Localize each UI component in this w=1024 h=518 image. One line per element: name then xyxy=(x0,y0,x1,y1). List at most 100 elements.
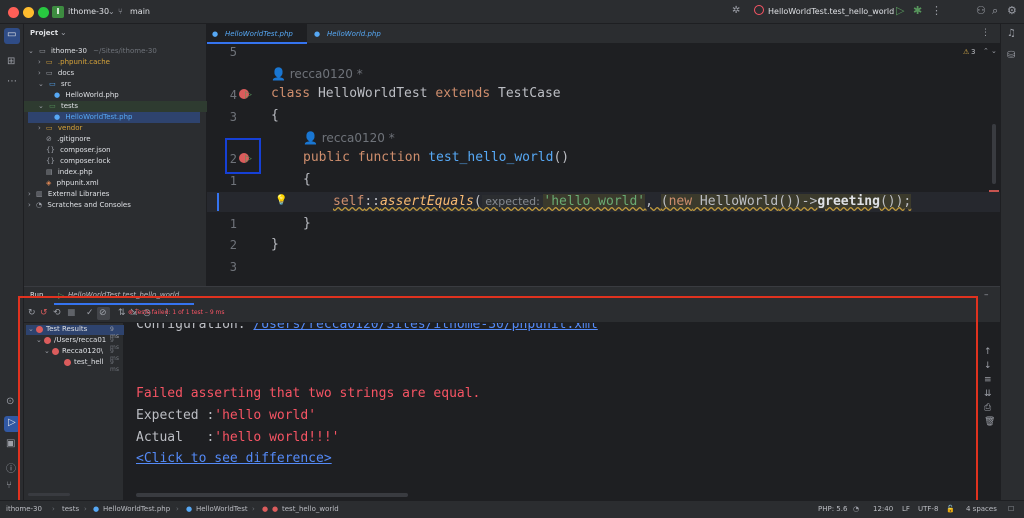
highlight-run-panel xyxy=(18,296,978,506)
run-test-icon[interactable]: ▷ xyxy=(245,90,252,100)
chevron-down-icon[interactable]: ⌄ xyxy=(878,6,885,18)
keyword-extends: extends xyxy=(435,86,491,101)
tree-item-vendor[interactable]: › ▭ vendor xyxy=(24,123,207,134)
more-actions-icon[interactable]: ⋮ xyxy=(931,4,942,17)
php-version[interactable]: PHP: 5.6 xyxy=(818,501,847,518)
debug-icon[interactable]: ✱ xyxy=(913,4,922,17)
add-user-icon[interactable]: ⚇ xyxy=(976,4,986,17)
problems-icon[interactable]: ⓘ xyxy=(6,460,16,475)
tree-item-project-root[interactable]: ⌄ ▭ ithome-30 ~/Sites/ithome-30 xyxy=(24,46,207,57)
chevron-up-icon[interactable]: ⌃ xyxy=(983,47,989,55)
line-number: 2 xyxy=(229,238,237,252)
comma: , xyxy=(645,194,661,209)
code-editor[interactable]: ● HelloWorldTest.php ● HelloWorld.php ⋮ … xyxy=(207,24,1000,286)
tree-item-helloworldtest-php[interactable]: ● HelloWorldTest.php xyxy=(28,112,200,123)
indent-setting[interactable]: 4 spaces xyxy=(966,501,997,518)
print-icon[interactable]: ⎙ xyxy=(984,403,991,413)
trash-icon[interactable]: 🗑 xyxy=(984,417,995,427)
run-configuration-selector[interactable]: HelloWorldTest.test_hello_world xyxy=(768,6,894,18)
line-separator[interactable]: LF xyxy=(902,501,910,518)
tree-item-scratches[interactable]: › ◔ Scratches and Consoles xyxy=(24,200,207,211)
scroll-up-icon[interactable]: ↑ xyxy=(984,347,992,357)
tab-helloworld-php[interactable]: ● HelloWorld.php xyxy=(309,24,389,44)
database-icon[interactable]: ⛁ xyxy=(1007,50,1015,61)
chevron-down-icon: ⌄ xyxy=(28,47,34,55)
warning-icon[interactable]: ⚠ xyxy=(963,48,969,56)
tab-helloworldtest-php[interactable]: ● HelloWorldTest.php xyxy=(207,24,307,44)
soft-wrap-icon[interactable]: ≡ xyxy=(984,375,992,385)
zoom-window-button[interactable] xyxy=(38,7,49,18)
keyword-self: self xyxy=(333,194,365,209)
more-tabs-icon[interactable]: ⋮ xyxy=(981,28,990,38)
tree-item-tests[interactable]: ⌄ ▭ tests xyxy=(24,101,207,112)
more-tools-icon[interactable]: ⋯ xyxy=(7,76,17,87)
structure-icon[interactable]: ⊞ xyxy=(7,56,15,67)
run-tool-icon: ▷ xyxy=(8,417,16,428)
chevron-right-icon: › xyxy=(176,505,179,513)
minimize-window-button[interactable] xyxy=(23,7,34,18)
call-operator: ())-> xyxy=(778,194,818,209)
chevron-down-icon[interactable]: ⌄ xyxy=(991,47,997,55)
bug-icon[interactable]: ✲ xyxy=(732,5,740,16)
scroll-down-icon[interactable]: ↓ xyxy=(984,361,992,371)
project-badge: I xyxy=(52,6,64,18)
lightbulb-icon[interactable]: 💡 xyxy=(275,195,287,206)
highlight-run-gutter xyxy=(225,138,261,174)
caret-position[interactable]: 12:40 xyxy=(873,501,893,518)
json-file-icon: {} xyxy=(46,157,55,165)
project-panel-title: Project xyxy=(30,29,59,37)
tree-item-composer-json[interactable]: {} composer.json xyxy=(24,145,207,156)
branch-icon: ⑂ xyxy=(118,7,123,16)
dropdown-chevron-icon[interactable]: ⌄ xyxy=(108,6,115,18)
notifications-icon[interactable]: ♫ xyxy=(1007,28,1016,39)
services-icon[interactable]: ⊙ xyxy=(6,396,14,407)
author-name: recca0120 * xyxy=(321,131,395,145)
chevron-right-icon: › xyxy=(38,124,41,132)
git-icon[interactable]: ⑂ xyxy=(6,480,12,491)
tree-item-phpunit-cache[interactable]: › ▭ .phpunit.cache xyxy=(24,57,207,68)
failed-icon: ● xyxy=(272,505,279,513)
tree-item-docs[interactable]: › ▭ docs xyxy=(24,68,207,79)
search-icon[interactable]: ⌕ xyxy=(992,4,998,18)
scroll-to-end-icon[interactable]: ⇊ xyxy=(984,389,992,399)
close-window-button[interactable] xyxy=(8,7,19,18)
folder-icon: ▭ xyxy=(39,47,46,55)
breadcrumb-class[interactable]: HelloWorldTest xyxy=(196,501,248,518)
breadcrumb-file[interactable]: HelloWorldTest.php xyxy=(103,501,170,518)
tree-item-phpunit-xml[interactable]: ◈ phpunit.xml xyxy=(24,178,207,189)
terminal-icon[interactable]: ▣ xyxy=(6,438,15,449)
method-assert-equals: assertEquals xyxy=(379,194,474,209)
breadcrumb-project[interactable]: ithome-30 xyxy=(6,501,42,518)
project-name[interactable]: ithome-30 xyxy=(68,6,109,18)
code-author-hint[interactable]: 👤 recca0120 * xyxy=(303,131,395,145)
php-file-icon: ● xyxy=(93,505,100,513)
editor-tabs: ● HelloWorldTest.php ● HelloWorld.php ⋮ xyxy=(207,24,1000,44)
title-bar: I ithome-30 ⌄ ⑂ main ✲ HelloWorldTest.te… xyxy=(0,0,1024,24)
chevron-down-icon[interactable]: ⌄ xyxy=(60,28,67,37)
tree-item-src[interactable]: ⌄ ▭ src xyxy=(24,79,207,90)
chevron-right-icon: › xyxy=(52,505,55,513)
parameter-hint: expected: xyxy=(481,195,544,208)
tree-item-path: ~/Sites/ithome-30 xyxy=(93,47,157,55)
lock-icon[interactable]: 🔓 xyxy=(946,501,955,518)
tree-item-helloworld-php[interactable]: ● HelloWorld.php xyxy=(24,90,207,101)
breadcrumb-tests[interactable]: tests xyxy=(62,501,79,518)
user-icon: 👤 xyxy=(271,67,290,81)
code-author-hint[interactable]: 👤 recca0120 * xyxy=(271,67,363,81)
tree-item-index-php[interactable]: ▤ index.php xyxy=(24,167,207,178)
branch-name[interactable]: main xyxy=(130,6,150,18)
gear-icon[interactable]: ⚙ xyxy=(1007,4,1017,17)
chevron-right-icon: › xyxy=(28,190,31,198)
breadcrumb-method[interactable]: test_hello_world xyxy=(282,501,339,518)
error-stripe-mark[interactable] xyxy=(989,190,999,192)
minimize-panel-icon[interactable]: – xyxy=(984,290,989,300)
tree-item-gitignore[interactable]: ⊘ .gitignore xyxy=(24,134,207,145)
tree-item-external-libraries[interactable]: › ▥ External Libraries xyxy=(24,189,207,200)
notifications-icon[interactable]: ☐ xyxy=(1008,501,1014,518)
file-encoding[interactable]: UTF-8 xyxy=(918,501,938,518)
tree-item-label: composer.lock xyxy=(60,157,111,165)
tree-item-composer-lock[interactable]: {} composer.lock xyxy=(24,156,207,167)
tree-item-label: tests xyxy=(60,102,79,110)
editor-scrollbar[interactable] xyxy=(992,124,996,184)
run-icon[interactable]: ▷ xyxy=(896,4,904,17)
